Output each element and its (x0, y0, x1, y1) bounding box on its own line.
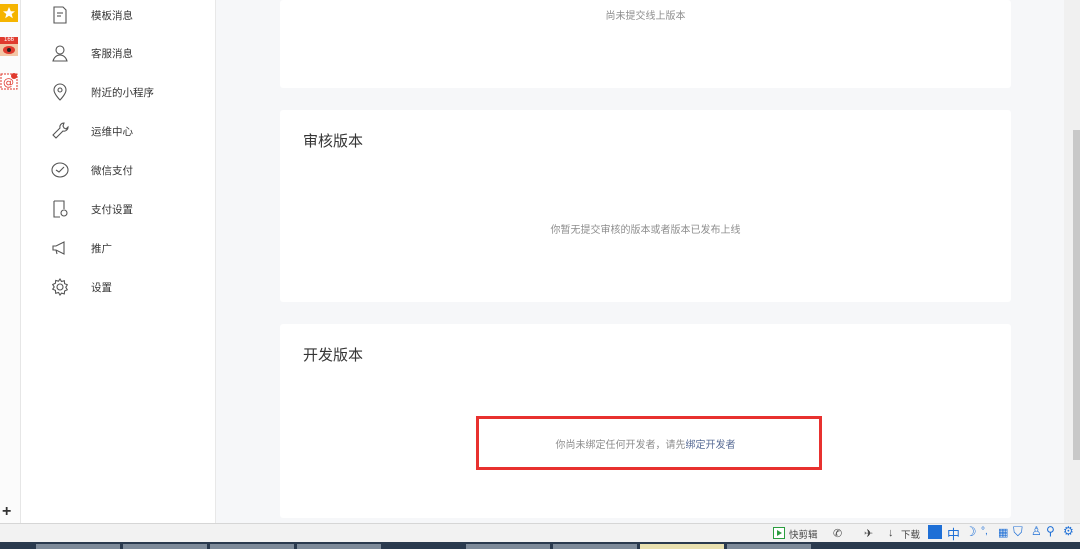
skin-shirt-icon[interactable]: ⛉ (1013, 524, 1023, 540)
sidebar-item-nearby-miniprogram[interactable]: 附近的小程序 (21, 77, 215, 107)
review-version-title: 审核版本 (303, 133, 364, 150)
sidebar-item-label: 支付设置 (91, 204, 133, 216)
keyboard-icon[interactable]: ▦ (998, 526, 1008, 539)
review-version-card: 审核版本 你暂无提交审核的版本或者版本已发布上线 (280, 110, 1011, 302)
sidebar-item-label: 模板消息 (91, 10, 133, 22)
template-message-icon (53, 6, 67, 24)
sidebar-item-label: 附近的小程序 (91, 87, 154, 99)
wrench-icon (52, 122, 69, 139)
sidebar-item-payment-settings[interactable]: 支付设置 (21, 194, 215, 224)
sidebar-item-template-message[interactable]: 模板消息 (21, 0, 215, 30)
sidebar-item-settings[interactable]: 设置 (21, 272, 215, 302)
location-pin-icon (53, 83, 67, 101)
download-label[interactable]: 下载 (901, 527, 920, 541)
megaphone-icon (52, 241, 65, 255)
ime-language[interactable]: 中 (947, 524, 960, 543)
online-version-card: 尚未提交线上版本 (280, 0, 1011, 88)
sidebar-item-customer-service[interactable]: 客服消息 (21, 38, 215, 68)
favorites-star-icon[interactable] (0, 4, 18, 22)
sidebar-item-ops-center[interactable]: 运维中心 (21, 116, 215, 146)
quick-clip-label[interactable]: 快剪辑 (789, 527, 818, 541)
browser-side-strip: 166 @ + (0, 0, 21, 523)
baidu-input-icon[interactable] (928, 525, 942, 539)
taskbar-item[interactable] (123, 544, 207, 549)
taskbar-item[interactable] (36, 544, 120, 549)
browser-status-bar: 快剪辑 ✆ ✈ ↓ 下载 (0, 523, 1080, 543)
dev-version-title: 开发版本 (303, 347, 364, 364)
taskbar-item[interactable] (640, 544, 724, 549)
wechat-pay-icon (51, 162, 69, 178)
moon-icon[interactable]: ☽ (965, 524, 977, 540)
download-arrow-icon[interactable]: ↓ (888, 527, 894, 539)
online-version-message: 尚未提交线上版本 (605, 11, 686, 22)
sidebar-item-label: 运维中心 (91, 126, 133, 138)
sidebar-item-promotion[interactable]: 推广 (21, 233, 215, 263)
taskbar-item[interactable] (727, 544, 811, 549)
sidebar-item-wechat-pay[interactable]: 微信支付 (21, 155, 215, 185)
main-content: 尚未提交线上版本 审核版本 你暂无提交审核的版本或者版本已发布上线 开发版本 你… (216, 0, 1064, 523)
clip-play-icon[interactable] (773, 527, 785, 539)
dev-version-card: 开发版本 你尚未绑定任何开发者，请先绑定开发者 (280, 324, 1011, 518)
payment-settings-icon (53, 200, 68, 218)
gear-icon (51, 277, 69, 296)
taskbar-item[interactable] (297, 544, 381, 549)
weibo-icon[interactable]: 166 (0, 37, 18, 57)
punctuation-icon[interactable]: °, (981, 526, 988, 537)
user-icon[interactable]: ♙ (1031, 524, 1042, 538)
sidebar-item-label: 推广 (91, 243, 112, 255)
scrollbar-thumb[interactable] (1073, 130, 1080, 460)
sidebar: 模板消息 客服消息 附近的小程序 运维中心 微信支付 支付设置 推广 设置 (21, 0, 216, 523)
pin-icon[interactable]: ✈ (864, 527, 873, 540)
mail-at-icon[interactable]: @ (0, 72, 18, 90)
speed-icon[interactable]: ✆ (833, 527, 842, 540)
sidebar-item-label: 客服消息 (91, 48, 133, 60)
settings-gear-icon[interactable]: ⚙ (1063, 524, 1074, 538)
sidebar-item-label: 设置 (91, 282, 112, 294)
search-icon[interactable]: ⚲ (1046, 524, 1055, 538)
sidebar-item-label: 微信支付 (91, 165, 133, 177)
weibo-badge: 166 (0, 37, 18, 44)
taskbar-item[interactable] (466, 544, 550, 549)
highlight-box (476, 416, 822, 470)
taskbar-item[interactable] (553, 544, 637, 549)
add-icon[interactable]: + (2, 503, 11, 521)
taskbar-item[interactable] (210, 544, 294, 549)
review-version-message: 你暂无提交审核的版本或者版本已发布上线 (550, 225, 741, 236)
customer-service-icon (52, 45, 68, 62)
